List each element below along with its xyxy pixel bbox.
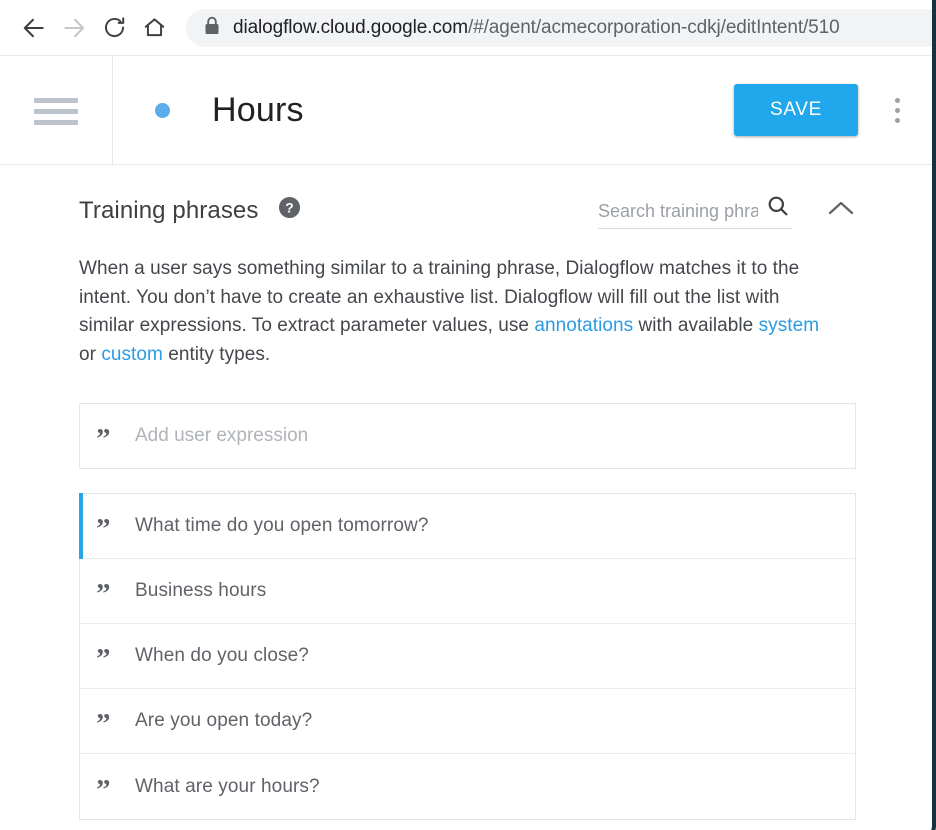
description-text-part4: entity types. bbox=[162, 343, 271, 365]
back-button[interactable] bbox=[14, 8, 54, 48]
dialogflow-app: Hours SAVE Training phrases ? Search tra… bbox=[0, 56, 936, 830]
home-icon bbox=[142, 15, 167, 40]
section-header: Training phrases ? bbox=[0, 165, 936, 229]
save-button[interactable]: SAVE bbox=[734, 84, 858, 136]
search-icon[interactable] bbox=[766, 194, 790, 223]
chevron-up-icon[interactable] bbox=[826, 198, 856, 225]
url-path: /#/agent/acmecorporation-cdkj/editIntent… bbox=[467, 17, 840, 38]
training-phrases-section: Training phrases ? Search training phras… bbox=[0, 165, 936, 829]
training-phrase-row[interactable]: ” When do you close? bbox=[80, 624, 855, 689]
search-input[interactable] bbox=[598, 201, 758, 222]
training-phrase-list: ” What time do you open tomorrow?” Busines… bbox=[79, 493, 856, 820]
annotations-link[interactable]: annotations bbox=[534, 315, 633, 336]
training-phrase-row[interactable]: ” What time do you open tomorrow? bbox=[79, 493, 855, 559]
lock-icon bbox=[204, 16, 220, 40]
back-arrow-icon bbox=[21, 15, 47, 41]
description-text-part2: with available bbox=[633, 315, 759, 336]
training-phrase-row[interactable]: ” Are you open today? bbox=[80, 689, 855, 754]
dot bbox=[894, 117, 900, 123]
description-text-part3: or bbox=[79, 343, 102, 365]
section-title: Training phrases bbox=[79, 197, 259, 224]
training-phrase-text: Are you open today? bbox=[135, 710, 313, 731]
add-user-expression-row[interactable]: ” bbox=[79, 403, 856, 469]
training-phrase-row[interactable]: ” Business hours bbox=[80, 559, 855, 624]
url-text: dialogflow.cloud.google.com/#/agent/acme… bbox=[233, 18, 840, 37]
search-training-phrases-field[interactable] bbox=[598, 195, 792, 229]
dot bbox=[894, 107, 900, 113]
svg-text:?: ? bbox=[286, 199, 294, 215]
drawer-rail bbox=[0, 56, 113, 164]
reload-button[interactable] bbox=[94, 8, 134, 48]
custom-entity-link[interactable]: custom bbox=[101, 344, 163, 365]
address-bar[interactable]: dialogflow.cloud.google.com/#/agent/acme… bbox=[186, 8, 936, 47]
help-icon[interactable]: ? bbox=[278, 196, 301, 219]
training-phrase-text: What time do you open tomorrow? bbox=[135, 515, 429, 536]
intent-status-dot bbox=[155, 102, 170, 118]
home-button[interactable] bbox=[134, 8, 174, 48]
training-phrase-text: When do you close? bbox=[135, 645, 309, 666]
forward-arrow-icon bbox=[61, 15, 87, 41]
page-title: Hours bbox=[212, 90, 304, 129]
header-main: Hours SAVE bbox=[113, 56, 936, 164]
add-user-expression-input[interactable] bbox=[135, 425, 855, 447]
training-phrase-text: What are your hours? bbox=[135, 775, 320, 797]
vertical-dots-icon[interactable] bbox=[880, 88, 914, 132]
hamburger-bar bbox=[34, 119, 78, 125]
browser-window: dialogflow.cloud.google.com/#/agent/acme… bbox=[0, 0, 936, 830]
hamburger-bar bbox=[34, 97, 78, 103]
hamburger-menu-icon[interactable] bbox=[34, 94, 78, 126]
forward-button bbox=[54, 8, 94, 48]
reload-icon bbox=[102, 15, 127, 40]
system-entity-link[interactable]: system bbox=[759, 315, 819, 336]
training-phrase-text: Business hours bbox=[135, 580, 267, 601]
section-description: When a user says something similar to a … bbox=[0, 229, 936, 369]
training-phrase-row[interactable]: ” What are your hours? bbox=[80, 754, 855, 819]
app-header: Hours SAVE bbox=[0, 56, 936, 165]
url-host: dialogflow.cloud.google.com bbox=[233, 17, 468, 38]
dot bbox=[894, 97, 900, 103]
browser-toolbar: dialogflow.cloud.google.com/#/agent/acme… bbox=[0, 0, 936, 56]
hamburger-bar bbox=[34, 108, 78, 114]
